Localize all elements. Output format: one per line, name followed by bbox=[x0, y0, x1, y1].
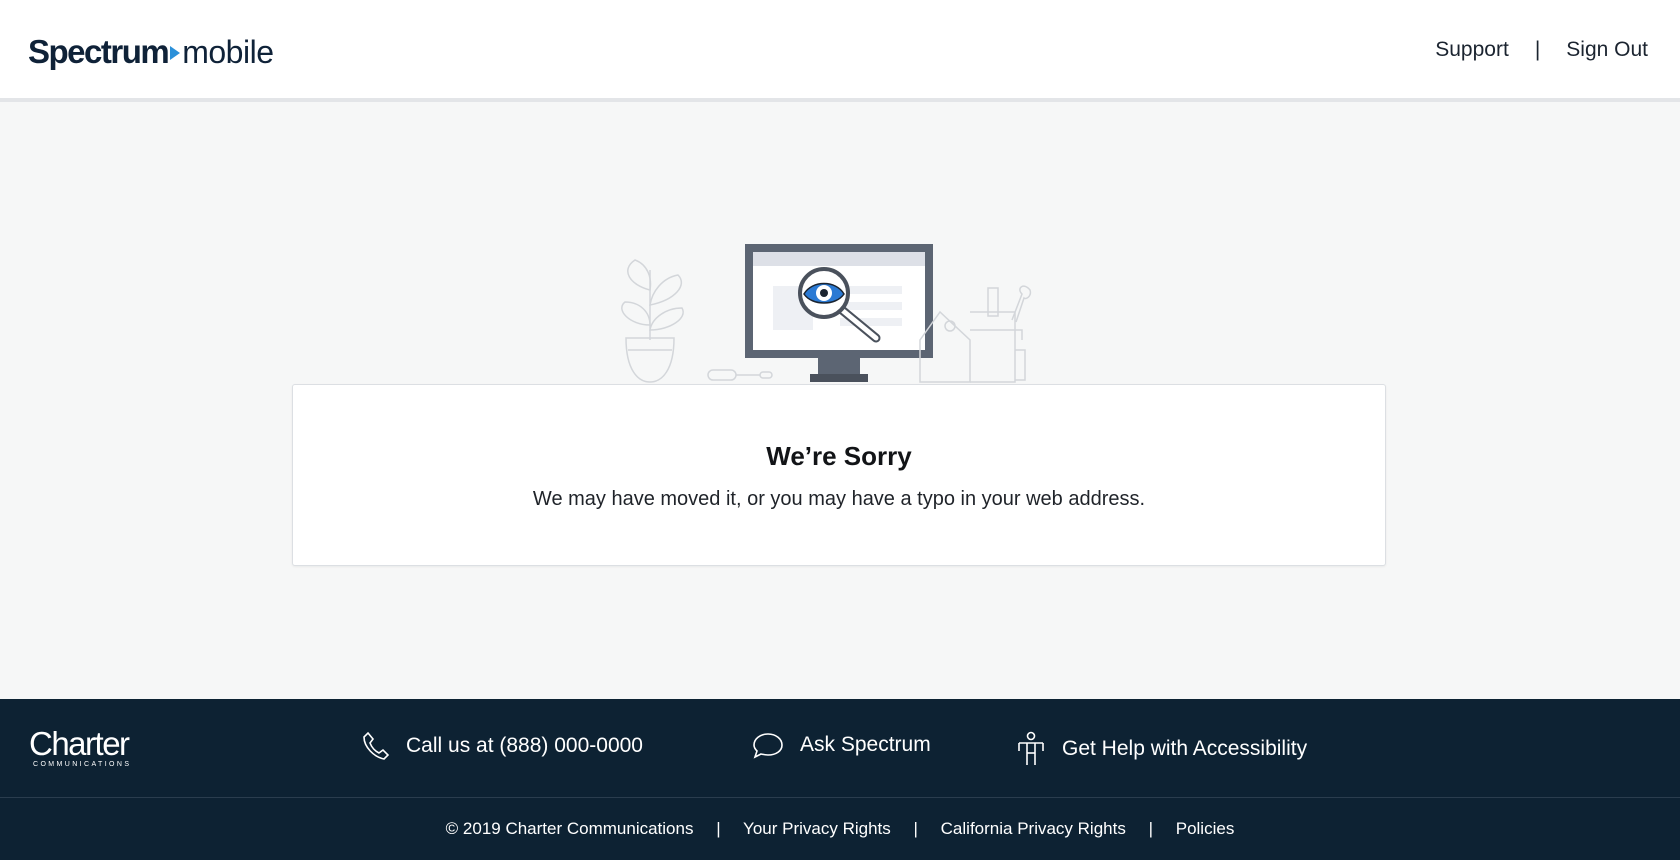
logo-brand: Spectrum bbox=[28, 33, 170, 70]
policies-link[interactable]: Policies bbox=[1176, 819, 1235, 838]
footer-separator: | bbox=[913, 819, 918, 838]
phone-icon bbox=[363, 731, 390, 760]
site-header: Spectrum mobile Support | Sign Out bbox=[0, 0, 1680, 102]
charter-logo-name: Charter bbox=[29, 725, 130, 762]
footer-separator: | bbox=[1148, 819, 1153, 838]
ask-spectrum-label: Ask Spectrum bbox=[800, 733, 931, 756]
accessibility-link[interactable]: Get Help with Accessibility bbox=[1016, 731, 1307, 767]
logo-arrow-icon bbox=[170, 46, 181, 60]
logo-sub: mobile bbox=[182, 34, 274, 70]
error-message: We may have moved it, or you may have a … bbox=[532, 488, 1146, 510]
footer-separator: | bbox=[716, 819, 721, 838]
tools-cup-icon bbox=[919, 285, 1032, 383]
charter-logo[interactable]: Charter COMMUNICATIONS bbox=[29, 725, 132, 768]
accessibility-icon bbox=[1018, 731, 1044, 765]
screwdriver-icon bbox=[707, 369, 773, 381]
footer-legal: © 2019 Charter Communications | Your Pri… bbox=[0, 819, 1680, 839]
footer-top: Charter COMMUNICATIONS Call us at (888) … bbox=[0, 699, 1680, 798]
sign-out-link[interactable]: Sign Out bbox=[1566, 38, 1648, 62]
support-link[interactable]: Support bbox=[1435, 38, 1509, 62]
accessibility-label: Get Help with Accessibility bbox=[1062, 737, 1308, 760]
error-illustration bbox=[621, 244, 1032, 383]
nav-separator: | bbox=[1534, 38, 1541, 61]
call-label: Call us at (888) 000-0000 bbox=[406, 734, 643, 757]
site-footer: Charter COMMUNICATIONS Call us at (888) … bbox=[0, 699, 1680, 860]
ask-spectrum-link[interactable]: Ask Spectrum bbox=[752, 731, 931, 759]
call-link[interactable]: Call us at (888) 000-0000 bbox=[362, 731, 643, 761]
chat-bubble-icon bbox=[753, 733, 783, 759]
error-card: We’re Sorry We may have moved it, or you… bbox=[292, 384, 1386, 566]
charter-logo-sub: COMMUNICATIONS bbox=[33, 761, 132, 768]
copyright-text: © 2019 Charter Communications bbox=[445, 819, 694, 838]
california-privacy-link[interactable]: California Privacy Rights bbox=[941, 819, 1126, 838]
plant-icon bbox=[621, 259, 684, 383]
spectrum-mobile-logo[interactable]: Spectrum mobile bbox=[28, 33, 274, 71]
header-nav: Support | Sign Out bbox=[1435, 38, 1648, 62]
error-title: We’re Sorry bbox=[766, 441, 912, 471]
privacy-rights-link[interactable]: Your Privacy Rights bbox=[743, 819, 891, 838]
